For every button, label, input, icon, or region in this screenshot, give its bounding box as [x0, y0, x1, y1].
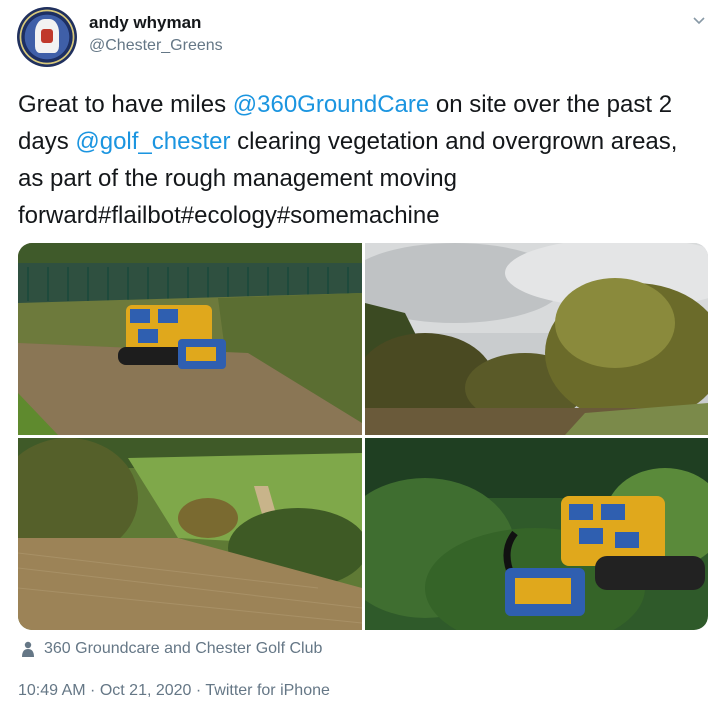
- tweet-time[interactable]: 10:49 AM: [18, 682, 86, 699]
- avatar[interactable]: [17, 7, 77, 67]
- tweet-text: Great to have miles @360GroundCare on si…: [18, 86, 708, 234]
- tweet-date[interactable]: Oct 21, 2020: [100, 682, 192, 699]
- location-label[interactable]: 360 Groundcare and Chester Golf Club: [44, 640, 322, 658]
- tweet-location[interactable]: 360 Groundcare and Chester Golf Club: [22, 640, 322, 658]
- media-photo-4[interactable]: [365, 438, 708, 630]
- tweet-source[interactable]: Twitter for iPhone: [205, 682, 330, 699]
- tweet-meta: 10:49 AM · Oct 21, 2020 · Twitter for iP…: [18, 682, 330, 700]
- media-grid: [18, 243, 708, 630]
- media-photo-2[interactable]: [365, 243, 708, 435]
- mention-link-360groundcare[interactable]: @360GroundCare: [233, 91, 429, 118]
- mention-link-golf-chester[interactable]: @golf_chester: [75, 128, 230, 155]
- meta-separator: ·: [85, 682, 100, 699]
- person-icon: [22, 641, 34, 657]
- meta-separator: ·: [191, 682, 206, 699]
- media-photo-3[interactable]: [18, 438, 362, 630]
- club-crest-icon: [35, 19, 59, 53]
- chevron-down-icon[interactable]: [692, 14, 706, 28]
- tweet-text-segment: Great to have miles: [18, 91, 233, 118]
- author-name[interactable]: andy whyman: [89, 13, 201, 33]
- author-handle[interactable]: @Chester_Greens: [89, 37, 223, 55]
- media-photo-1[interactable]: [18, 243, 362, 435]
